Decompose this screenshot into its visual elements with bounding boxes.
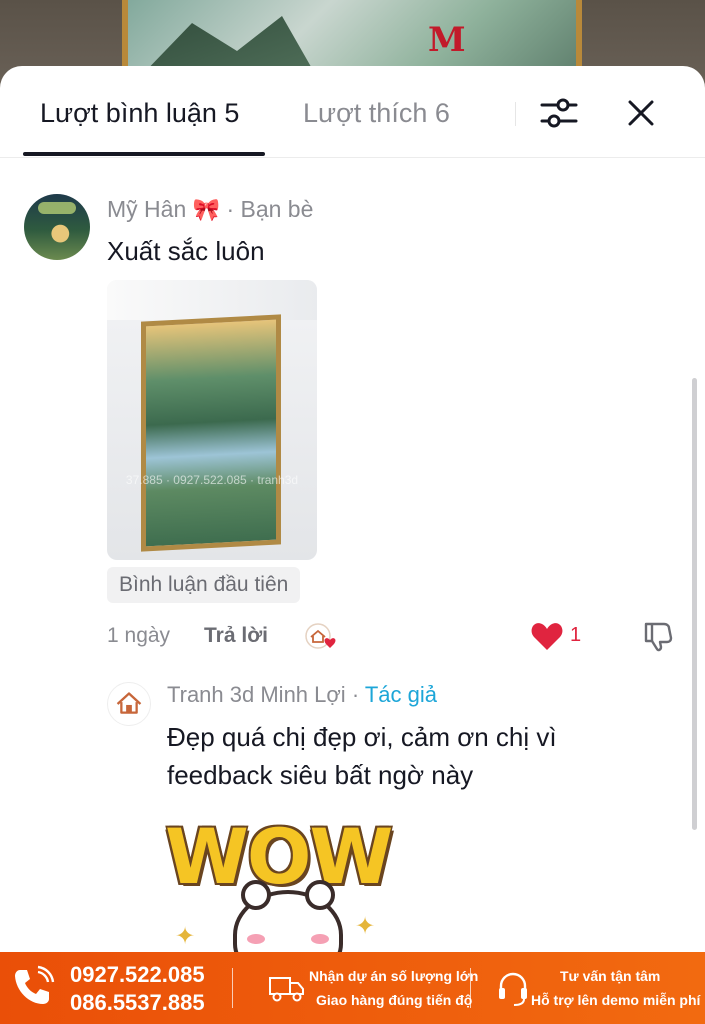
reply-author-name[interactable]: Tranh 3d Minh Lợi [167, 682, 346, 707]
headset-icon [499, 972, 527, 1006]
bear-ear [305, 880, 335, 910]
shipping-line-2: Giao hàng đúng tiến độ [316, 992, 473, 1008]
reply-separator: · [345, 682, 365, 707]
filter-icon[interactable] [539, 96, 579, 130]
wow-sticker[interactable]: WOW ✦ ✦ ✧ [165, 812, 395, 980]
photo-painting [141, 314, 281, 552]
scrollbar[interactable] [692, 378, 697, 830]
hotline-2[interactable]: 086.5537.885 [70, 990, 205, 1016]
tab-bar: Lượt bình luận 5 Lượt thích 6 [0, 66, 705, 158]
shipping-line-1: Nhận dự án số lượng lớn [309, 968, 479, 984]
support-line-2: Hỗ trợ lên demo miễn phí [531, 992, 701, 1008]
reply-text: Đẹp quá chị đẹp ơi, cảm ơn chị vì feedba… [167, 722, 557, 790]
active-tab-indicator [23, 152, 265, 156]
bow-emoji: 🎀 [192, 197, 221, 222]
comment-text: Xuất sắc luôn [107, 236, 265, 266]
reply-button[interactable]: Trả lời [204, 624, 268, 648]
photo-watermark: 37.885 · 0927.522.085 · tranh3d [125, 473, 299, 487]
dislike-icon[interactable] [641, 618, 675, 652]
tab-comments[interactable]: Lượt bình luận 5 [40, 98, 239, 129]
bear-blush [311, 934, 329, 944]
tab-divider [515, 102, 516, 126]
friend-label: · Bạn bè [226, 196, 314, 222]
first-comment-badge: Bình luận đầu tiên [107, 567, 301, 603]
painting-calligraphy: M [428, 20, 466, 60]
bear-ear [241, 880, 271, 910]
avatar[interactable] [24, 194, 90, 260]
heart-icon[interactable] [530, 620, 564, 652]
contact-banner: 0927.522.085 086.5537.885 Nhận dự án số … [0, 952, 705, 1024]
support-line-1: Tư vấn tận tâm [560, 968, 661, 984]
creator-liked-icon [305, 623, 336, 649]
footer-divider [232, 968, 233, 1008]
hotline-1[interactable]: 0927.522.085 [70, 962, 205, 988]
sparkle-icon: ✦ [355, 913, 376, 940]
comment-photo[interactable]: 37.885 · 0927.522.085 · tranh3d [107, 280, 317, 560]
comment-author-name[interactable]: Mỹ Hân [107, 196, 186, 222]
footer-divider [470, 968, 471, 1008]
phone-icon [15, 965, 55, 1004]
shop-avatar[interactable] [107, 682, 151, 726]
comment-author[interactable]: Mỹ Hân 🎀 · Bạn bè [107, 196, 313, 223]
close-icon[interactable] [624, 96, 658, 130]
bear-blush [247, 934, 265, 944]
avatar-sign [38, 202, 76, 214]
comment-date: 1 ngày [107, 624, 171, 647]
truck-icon [269, 977, 304, 1002]
sticker-wow-text: WOW [165, 812, 393, 901]
comments-sheet: Lượt bình luận 5 Lượt thích 6 Mỹ Hân 🎀 ·… [0, 66, 705, 1024]
like-count: 1 [570, 624, 582, 646]
sparkle-icon: ✦ [175, 923, 196, 950]
reply-author[interactable]: Tranh 3d Minh Lợi · Tác giả [167, 682, 437, 708]
tab-likes[interactable]: Lượt thích 6 [303, 98, 450, 129]
photo-ceiling [107, 280, 317, 320]
author-badge: Tác giả [364, 682, 438, 707]
